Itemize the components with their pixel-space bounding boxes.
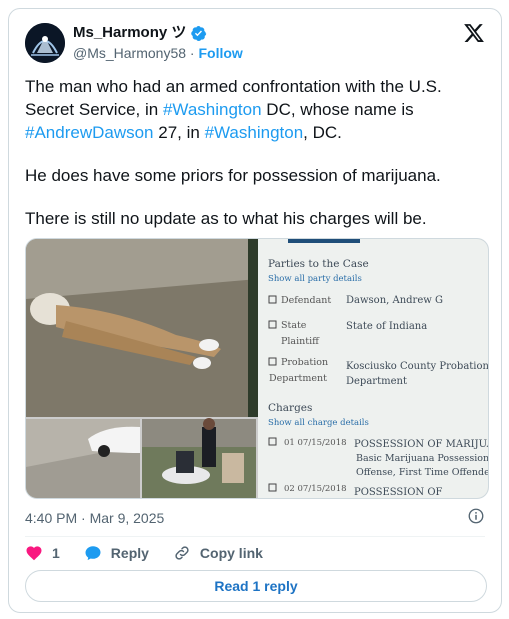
- tweet-timestamp[interactable]: 4:40 PM · Mar 9, 2025: [25, 509, 164, 527]
- tweet-media[interactable]: Parties to the Case Show all party detai…: [25, 238, 489, 499]
- heart-icon: [26, 546, 42, 561]
- author-display-name[interactable]: Ms_Harmony ツ: [73, 23, 186, 43]
- author-handle[interactable]: @Ms_Harmony58: [73, 45, 186, 61]
- doc-party-name-3a: Kosciusko County Probation: [346, 361, 489, 372]
- info-icon[interactable]: [467, 507, 485, 525]
- avatar-image: [25, 23, 65, 63]
- doc-party-name-2: State of Indiana: [346, 321, 427, 332]
- divider: [25, 536, 485, 537]
- tweet-card: Ms_Harmony ツ @Ms_Harmony58 · Follow The …: [8, 8, 502, 613]
- like-count: 1: [52, 545, 60, 561]
- doc-charge-num-2: 02 07/15/2018: [284, 484, 347, 494]
- doc-party-name-3b: Department: [346, 376, 407, 387]
- doc-party-role-3a: Probation: [281, 357, 328, 368]
- doc-party-role-2a: State: [281, 320, 307, 331]
- doc-show-parties: Show all party details: [268, 274, 362, 284]
- doc-charge-detail1-1: Basic Marijuana Possession: [356, 453, 489, 464]
- reply-label: Reply: [110, 545, 149, 561]
- hashtag-andrewdawson-link[interactable]: #AndrewDawson: [25, 123, 154, 142]
- avatar[interactable]: [25, 23, 65, 63]
- doc-charges-header: Charges: [268, 402, 312, 414]
- copy-link-button[interactable]: Copy link: [173, 544, 263, 562]
- reply-button[interactable]: Reply: [84, 544, 149, 562]
- verified-badge-icon: [191, 25, 207, 41]
- read-replies-button[interactable]: Read 1 reply: [25, 570, 487, 602]
- hashtag-washington-link[interactable]: #Washington: [163, 100, 262, 119]
- text-span: DC, whose name is: [261, 100, 414, 119]
- action-bar: 1 Reply Copy link: [25, 543, 287, 563]
- doc-charge-text-2: POSSESSION OF: [354, 487, 443, 498]
- link-icon: [175, 546, 189, 560]
- doc-charge-text-1: POSSESSION OF MARIJUANA: [354, 439, 489, 450]
- copy-link-label: Copy link: [199, 545, 263, 561]
- doc-party-role-1: Defendant: [281, 295, 331, 306]
- reply-bubble-icon: [85, 546, 101, 561]
- tweet-text: The man who had an armed confrontation w…: [25, 75, 487, 230]
- tweet-paragraph-1: The man who had an armed confrontation w…: [25, 75, 487, 144]
- doc-party-role-3b: Department: [269, 373, 327, 384]
- author-name-row[interactable]: Ms_Harmony ツ: [73, 23, 207, 43]
- like-button[interactable]: 1: [25, 544, 60, 562]
- doc-party-name-1: Dawson, Andrew G: [346, 295, 443, 306]
- tweet-paragraph-2: He does have some priors for possession …: [25, 166, 441, 185]
- author-handle-row: @Ms_Harmony58 · Follow: [73, 44, 243, 62]
- tweet-paragraph-3: There is still no update as to what his …: [25, 209, 427, 228]
- x-logo-icon[interactable]: [463, 22, 485, 44]
- doc-charges-show: Show all charge details: [268, 418, 369, 428]
- doc-charge-detail2-1: Offense, First Time Offender.: [356, 467, 489, 478]
- media-collage-image: Parties to the Case Show all party detai…: [26, 239, 489, 498]
- doc-header: Parties to the Case: [268, 258, 369, 270]
- follow-button[interactable]: Follow: [198, 45, 242, 61]
- text-span: , DC.: [303, 123, 342, 142]
- doc-party-role-2b: Plaintiff: [281, 336, 320, 347]
- separator-dot: ·: [186, 45, 199, 61]
- doc-charge-num-1: 01 07/15/2018: [284, 438, 347, 448]
- text-span: 27, in: [153, 123, 205, 142]
- hashtag-washington-link-2[interactable]: #Washington: [205, 123, 304, 142]
